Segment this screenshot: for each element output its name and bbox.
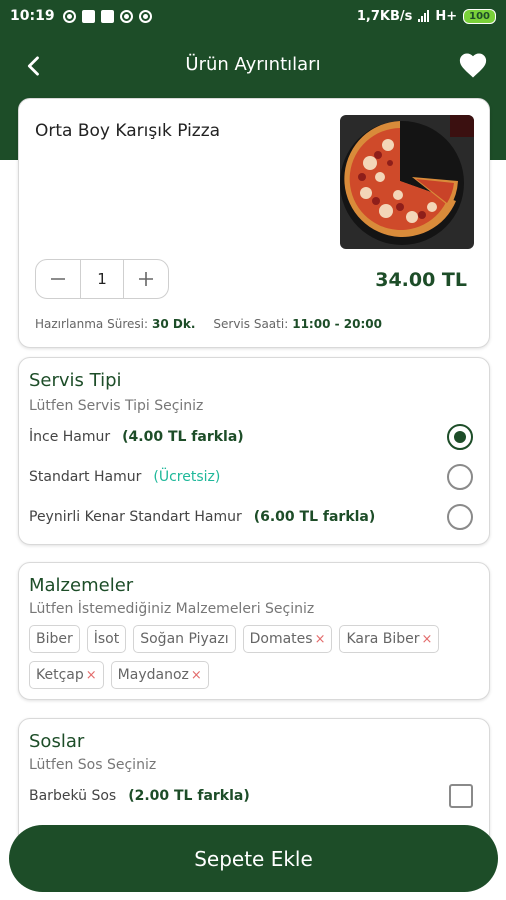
service-option[interactable]: Standart Hamur (Ücretsiz) [29,462,475,492]
option-label: Barbekü Sos [29,788,117,804]
notification-icon [138,9,152,23]
service-hours-label: Servis Saati: [213,317,289,331]
notification-icon [100,9,114,23]
notification-icons [62,9,152,23]
option-extra: (6.00 TL farkla) [253,509,376,525]
remove-icon: × [85,667,97,683]
option-extra: (4.00 TL farkla) [122,429,244,445]
section-subtitle: Lütfen Sos Seçiniz [29,757,157,773]
chip-label: Ketçap [36,667,84,683]
option-label: Standart Hamur [29,469,142,485]
chip-label: Soğan Piyazı [140,631,229,647]
chip-label: İsot [93,631,120,647]
radio-button[interactable] [447,464,473,490]
signal-icon [418,10,430,22]
status-time: 10:19 [10,8,55,24]
option-label: Peynirli Kenar Standart Hamur [29,509,242,525]
quantity-stepper: 1 [35,259,169,299]
service-type-card: Servis Tipi Lütfen Servis Tipi Seçiniz İ… [18,357,490,545]
plus-icon [139,272,153,286]
prep-time-label: Hazırlanma Süresi: [35,317,148,331]
ingredient-chip[interactable]: Biber [29,625,80,653]
favorite-button[interactable] [458,51,488,79]
chip-label: Maydanoz [117,667,189,683]
status-bar: 10:19 1,7KB/s H+ 100 [0,0,506,32]
network-type: H+ [435,8,458,24]
remove-icon: × [190,667,202,683]
network-speed: 1,7KB/s [356,8,413,24]
product-name: Orta Boy Karışık Pizza [35,121,221,141]
ingredient-chip[interactable]: Ketçap × [29,661,104,689]
checkbox[interactable] [449,784,473,808]
prep-time-value: 30 Dk. [152,317,196,331]
remove-icon: × [314,631,326,647]
battery-icon: 100 [463,8,496,24]
section-title: Soslar [29,731,85,752]
sauce-option[interactable]: Barbekü Sos (2.00 TL farkla) [29,781,475,811]
notification-icon [119,9,133,23]
section-subtitle: Lütfen Servis Tipi Seçiniz [29,398,204,414]
option-extra: (2.00 TL farkla) [128,788,250,804]
product-price: 34.00 TL [375,269,467,291]
section-title: Malzemeler [29,575,134,596]
chip-label: Biber [36,631,73,647]
service-hours-value: 11:00 - 20:00 [292,317,382,331]
section-title: Servis Tipi [29,370,122,391]
ingredient-chips: Biber İsot Soğan Piyazı Domates × Kara Bi… [29,625,479,689]
radio-button[interactable] [447,504,473,530]
product-meta: Hazırlanma Süresi: 30 Dk. Servis Saati: … [35,317,396,331]
section-subtitle: Lütfen İstemediğiniz Malzemeleri Seçiniz [29,601,315,617]
product-card: Orta Boy Karışık Pizza 1 34.00 TL Hazırl… [18,98,490,348]
option-extra: (Ücretsiz) [153,469,221,485]
add-to-cart-button[interactable]: Sepete Ekle [9,825,498,892]
status-right: 1,7KB/s H+ 100 [356,8,496,24]
service-option[interactable]: Peynirli Kenar Standart Hamur (6.00 TL f… [29,502,475,532]
heart-icon [459,53,487,78]
ingredient-chip[interactable]: Domates × [242,625,333,653]
ingredient-chip[interactable]: Maydanoz × [110,661,209,689]
product-image [340,115,474,249]
ingredient-chip[interactable]: İsot [86,625,127,653]
ingredient-chip[interactable]: Kara Biber × [339,625,440,653]
notification-icon [81,9,95,23]
service-option[interactable]: İnce Hamur (4.00 TL farkla) [29,422,475,452]
page-title: Ürün Ayrıntıları [185,54,321,75]
quantity-value[interactable]: 1 [80,260,124,298]
radio-button[interactable] [447,424,473,450]
minus-icon [51,278,65,280]
option-label: İnce Hamur [29,429,111,445]
chip-label: Kara Biber [346,631,420,647]
notification-icon [62,9,76,23]
decrease-button[interactable] [36,260,80,298]
ingredient-chip[interactable]: Soğan Piyazı [133,625,236,653]
chip-label: Domates [249,631,313,647]
increase-button[interactable] [124,260,168,298]
ingredients-card: Malzemeler Lütfen İstemediğiniz Malzemel… [18,562,490,700]
remove-icon: × [421,631,433,647]
